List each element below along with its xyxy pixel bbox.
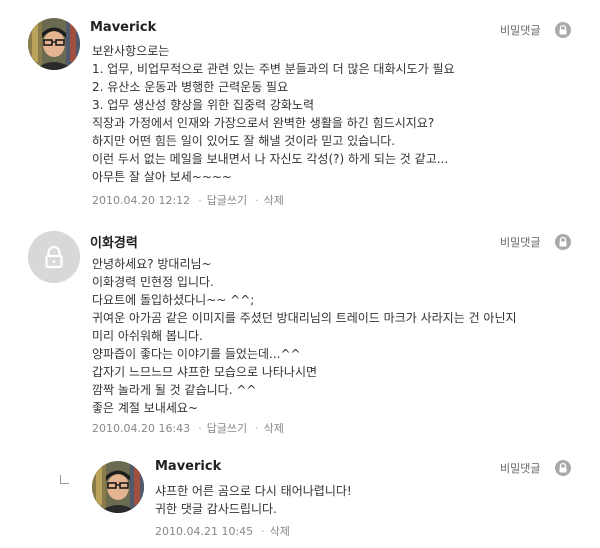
delete-link[interactable]: 삭제: [264, 194, 284, 207]
delete-link[interactable]: 삭제: [264, 422, 284, 435]
comment-line: 3. 업무 생산성 향상을 위한 집중력 강화노력: [92, 98, 315, 112]
comment-line: 깜짝 놀라게 될 것 같습니다. ^^: [92, 383, 257, 397]
comment-line: 미리 아쉬워해 봅니다.: [92, 329, 203, 343]
secret-label: 비밀댓글: [500, 24, 541, 37]
comment-line: 하지만 어떤 힘든 일이 있어도 잘 해낼 것이라 믿고 있습니다.: [92, 134, 396, 148]
comment-meta: 2010.04.21 10:45 · 삭제: [155, 523, 290, 539]
comment-body: 안녕하세요? 방대리님~ 이화경력 민현정 입니다. 다요트에 돌입하셨다니~~…: [92, 255, 517, 417]
comment-item: 이화경력 비밀댓글 안녕하세요? 방대리님~ 이화경력 민현정 입니다. 다요트…: [0, 215, 600, 445]
comment-author[interactable]: Maverick: [155, 459, 221, 474]
comment-line: 다요트에 돌입하셨다니~~ ^^;: [92, 293, 255, 307]
lock-avatar-icon: [28, 231, 80, 283]
comment-line: 귀한 댓글 감사드립니다.: [155, 502, 277, 516]
comment-line: 이런 두서 없는 메일을 보내면서 나 자신도 각성(?) 하게 되는 것 같고…: [92, 152, 449, 166]
avatar[interactable]: [92, 461, 144, 513]
comment-line: 보완사항으로는: [92, 44, 170, 58]
comment-body: 보완사항으로는 1. 업무, 비업무적으로 관련 있는 주변 분들과의 더 많은…: [92, 42, 455, 186]
comment-meta: 2010.04.20 12:12 · 답글쓰기 · 삭제: [92, 192, 284, 208]
secret-lock-button[interactable]: [555, 234, 571, 250]
reply-item: Maverick 비밀댓글 샤프한 어른 곰으로 다시 태어나렵니다! 귀한 댓…: [0, 445, 600, 548]
avatar[interactable]: [28, 18, 80, 70]
separator: ·: [198, 194, 202, 207]
lock-icon: [559, 24, 567, 35]
comment-line: 2. 유산소 운동과 병행한 근력운동 필요: [92, 80, 289, 94]
lock-icon: [559, 462, 567, 473]
user-photo-avatar-icon: [92, 461, 144, 513]
comment-date: 2010.04.20 12:12: [92, 194, 191, 207]
comment-line: 직장과 가정에서 인재와 가장으로서 완벽한 생활을 하긴 힘드시지요?: [92, 116, 435, 130]
secret-lock-button[interactable]: [555, 22, 571, 38]
avatar[interactable]: [28, 231, 80, 283]
lock-icon: [559, 236, 567, 247]
user-photo-avatar-icon: [28, 18, 80, 70]
comment-line: 갑자기 느므느므 샤프한 모습으로 나타나시면: [92, 365, 318, 379]
comment-meta: 2010.04.20 16:43 · 답글쓰기 · 삭제: [92, 420, 284, 436]
separator: ·: [198, 422, 202, 435]
comment-date: 2010.04.21 10:45: [155, 525, 254, 538]
secret-label: 비밀댓글: [500, 462, 541, 475]
comment-line: 1. 업무, 비업무적으로 관련 있는 주변 분들과의 더 많은 대화시도가 필…: [92, 62, 455, 76]
comment-line: 귀여운 아가곰 같은 이미지를 주셨던 방대리님의 트레이드 마크가 사라지는 …: [92, 311, 517, 325]
separator: ·: [255, 194, 259, 207]
comment-line: 이화경력 민현정 입니다.: [92, 275, 214, 289]
secret-label: 비밀댓글: [500, 236, 541, 249]
delete-link[interactable]: 삭제: [270, 525, 290, 538]
comment-body: 샤프한 어른 곰으로 다시 태어나렵니다! 귀한 댓글 감사드립니다.: [155, 482, 352, 518]
comment-line: 양파즙이 좋다는 이야기를 들었는데...^^: [92, 347, 301, 361]
secret-lock-button[interactable]: [555, 460, 571, 476]
reply-link[interactable]: 답글쓰기: [207, 194, 247, 207]
reply-link[interactable]: 답글쓰기: [207, 422, 247, 435]
comment-author[interactable]: Maverick: [90, 20, 156, 35]
separator: ·: [255, 422, 259, 435]
comment-line: 아무튼 잘 살아 보세~~~~: [92, 170, 232, 184]
comment-date: 2010.04.20 16:43: [92, 422, 191, 435]
comment-item: Maverick 비밀댓글 보완사항으로는 1. 업무, 비업무적으로 관련 있…: [0, 0, 600, 215]
comment-line: 좋은 계절 보내세요~: [92, 401, 199, 415]
comment-author[interactable]: 이화경력: [90, 232, 138, 251]
separator: ·: [261, 525, 265, 538]
comment-line: 안녕하세요? 방대리님~: [92, 257, 212, 271]
comment-line: 샤프한 어른 곰으로 다시 태어나렵니다!: [155, 484, 352, 498]
